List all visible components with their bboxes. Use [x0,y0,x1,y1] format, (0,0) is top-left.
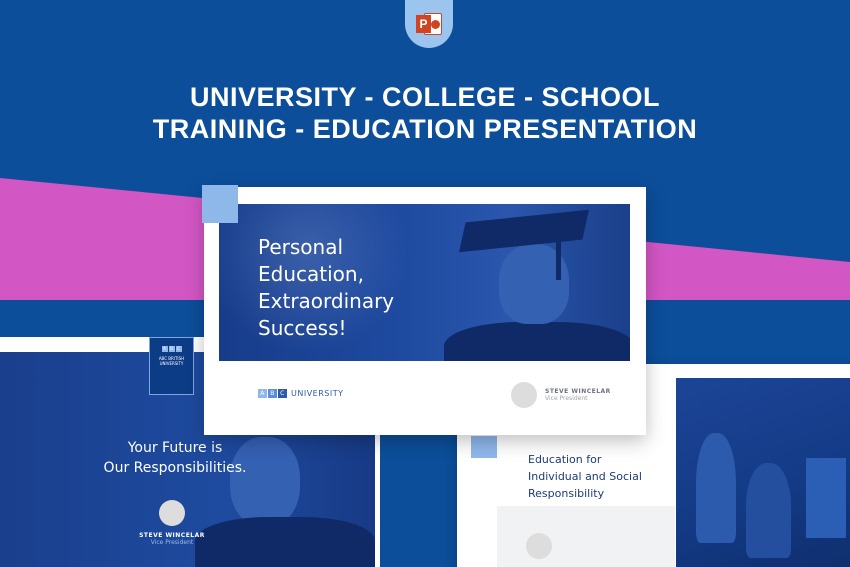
presenter-role: Vice President [545,395,588,402]
page-title: UNIVERSITY - COLLEGE - SCHOOL TRAINING -… [0,81,850,145]
slide-main-title: Personal Education, Extraordinary Succes… [258,234,458,342]
avatar [159,500,185,526]
title-line-1: UNIVERSITY - COLLEGE - SCHOOL [189,82,661,112]
brand-name: UNIVERSITY [291,389,344,398]
slide-right-panel [497,506,675,567]
slide-left-title: Your Future is Our Responsibilities. [80,438,270,478]
slide-right-title-line-2: Individual and Social [528,470,642,483]
presenter-name: STEVE WINCELAR [545,388,611,395]
slide-left-title-line-2: Our Responsibilities. [103,460,247,476]
slide-right-title: Education for Individual and Social Resp… [528,451,668,502]
slide-left-title-line-1: Your Future is [127,440,223,456]
app-badge: P [405,0,453,48]
avatar [526,533,552,559]
slide-left-presenter: STEVE WINCELAR Vice President [132,500,212,546]
badge-line-2: UNIVERSITY [159,361,184,366]
slide-main-title-line-4: Success! [258,316,347,340]
slide-main-title-line-2: Education, [258,262,364,286]
university-badge: ABC ABC BRITISH UNIVERSITY [149,337,194,395]
presenter-name: STEVE WINCELAR [139,532,205,539]
slide-main-presenter: STEVE WINCELAR Vice President [511,382,611,408]
accent-square [202,185,238,223]
logo-letter: A [258,389,267,398]
slide-right-photo [676,378,850,567]
title-line-2: TRAINING - EDUCATION PRESENTATION [152,114,698,144]
logo-letter: C [278,389,287,398]
slide-main-title-line-3: Extraordinary [258,289,395,313]
abc-logo: A B C [258,389,287,398]
logo-letter: B [268,389,277,398]
powerpoint-icon: P [416,10,442,38]
brand-logo: A B C UNIVERSITY [258,389,344,398]
presenter-role: Vice President [150,539,194,546]
slide-main-title-line-1: Personal [258,235,344,259]
accent-square [471,436,497,458]
slide-right-title-line-3: Responsibility [528,487,605,500]
slide-right-title-line-1: Education for [528,453,602,466]
avatar [511,382,537,408]
